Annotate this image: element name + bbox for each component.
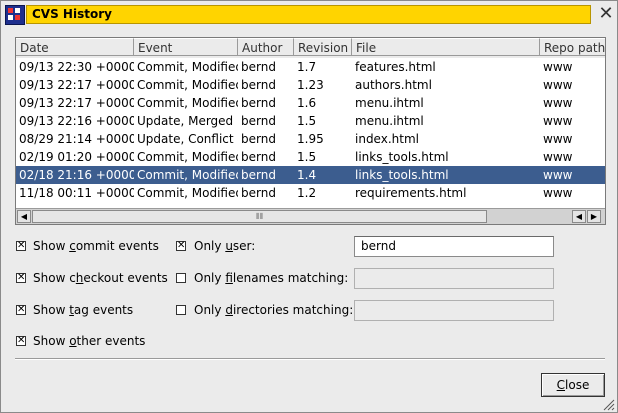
cell-revision: 1.4 [297,168,317,182]
close-window-icon[interactable]: ✕ [596,4,616,24]
cell-date: 02/18 21:16 +0000 [19,168,134,182]
cell-file: index.html [355,132,419,146]
table-row[interactable]: 02/19 01:20 +0000 Commit, Modified bernd 1.… [16,148,605,166]
cvs-history-window: CVS History ✕ Date Event Author Revision… [0,0,618,413]
cell-repo-path: www [543,78,573,92]
table-row[interactable]: 09/13 22:30 +0000 Commit, Modified bernd 1.… [16,58,605,76]
column-header-author[interactable]: Author [238,38,294,56]
cell-date: 09/13 22:30 +0000 [19,60,134,74]
only-user-label: Only user: [194,239,256,253]
cell-repo-path: www [543,96,573,110]
table-header: Date Event Author Revision File Repo pat… [16,38,605,58]
cell-revision: 1.5 [297,150,317,164]
column-header-date[interactable]: Date [16,38,134,56]
scroll-left-icon[interactable]: ◀ [17,210,31,223]
cell-event: Commit, Modified [137,60,238,74]
table-row[interactable]: 02/18 21:16 +0000 Commit, Modified bernd 1.… [16,166,605,184]
show-tag-checkbox[interactable]: ✕ [16,305,26,315]
only-filenames-label: Only filenames matching: [194,271,349,285]
column-header-event[interactable]: Event [134,38,238,56]
title-highlight: CVS History [26,5,591,24]
cell-author: bernd [241,60,276,74]
only-directories-label: Only directories matching: [194,303,354,317]
cell-author: bernd [241,168,276,182]
column-header-revision[interactable]: Revision [294,38,352,56]
cell-revision: 1.7 [297,60,317,74]
cell-author: bernd [241,186,276,200]
scroll-left-end-icon[interactable]: ◀ [572,210,586,223]
table-row[interactable]: 09/13 22:17 +0000 Commit, Modified bernd 1.… [16,76,605,94]
close-button[interactable]: Close [541,373,605,397]
cell-date: 09/13 22:16 +0000 [19,114,134,128]
column-header-repo-path[interactable]: Repo path [540,38,605,56]
cell-event: Commit, Modified [137,78,238,92]
table-row[interactable]: 11/18 00:11 +0000 Commit, Modified bernd 1.… [16,184,605,202]
cell-repo-path: www [543,168,573,182]
window-title: CVS History [32,7,112,21]
cell-file: requirements.html [355,186,467,200]
history-table[interactable]: Date Event Author Revision File Repo pat… [15,37,606,225]
cell-date: 11/18 00:11 +0000 [19,186,134,200]
only-filenames-input[interactable] [354,268,554,289]
table-row[interactable]: 09/13 22:16 +0000 Update, Merged bernd 1.5 m… [16,112,605,130]
horizontal-scrollbar[interactable]: ◀ ⫴⫴ ◀ ▶ [16,208,605,224]
cell-author: bernd [241,150,276,164]
cell-author: bernd [241,132,276,146]
cell-date: 09/13 22:17 +0000 [19,96,134,110]
column-header-file[interactable]: File [352,38,540,56]
cell-author: bernd [241,114,276,128]
cell-revision: 1.2 [297,186,317,200]
cell-file: authors.html [355,78,432,92]
scroll-right-icon[interactable]: ▶ [587,210,601,223]
cell-repo-path: www [543,186,573,200]
cell-event: Update, Merged [137,114,234,128]
cell-repo-path: www [543,114,573,128]
only-directories-input[interactable] [354,300,554,321]
cell-file: menu.ihtml [355,114,424,128]
cell-event: Update, Conflict [137,132,234,146]
only-directories-checkbox[interactable] [176,305,186,315]
divider [15,358,605,360]
only-user-checkbox[interactable]: ✕ [176,241,186,251]
cell-date: 02/19 01:20 +0000 [19,150,134,164]
cell-event: Commit, Modified [137,186,238,200]
cell-file: menu.ihtml [355,96,424,110]
cell-file: features.html [355,60,436,74]
title-bar[interactable]: CVS History ✕ [2,2,616,26]
cell-event: Commit, Modified [137,168,238,182]
scroll-thumb[interactable]: ⫴⫴ [32,210,487,223]
cell-date: 08/29 21:14 +0000 [19,132,134,146]
cell-file: links_tools.html [355,168,449,182]
show-commit-checkbox[interactable]: ✕ [16,241,26,251]
resize-grip-icon[interactable] [601,397,615,411]
show-other-label: Show other events [33,334,146,348]
show-checkout-label: Show checkout events [33,271,168,285]
show-checkout-checkbox[interactable]: ✕ [16,273,26,283]
show-tag-label: Show tag events [33,303,134,317]
only-filenames-checkbox[interactable] [176,273,186,283]
table-row[interactable]: 09/13 22:17 +0000 Commit, Modified bernd 1.… [16,94,605,112]
app-icon [5,5,25,25]
cell-author: bernd [241,96,276,110]
cell-repo-path: www [543,60,573,74]
show-other-checkbox[interactable]: ✕ [16,336,26,346]
only-user-input[interactable]: bernd [354,236,554,257]
cell-file: links_tools.html [355,150,449,164]
table-row[interactable]: 08/29 21:14 +0000 Update, Conflict bernd 1.… [16,130,605,148]
cell-event: Commit, Modified [137,96,238,110]
cell-date: 09/13 22:17 +0000 [19,78,134,92]
cell-repo-path: www [543,150,573,164]
cell-revision: 1.95 [297,132,324,146]
cell-repo-path: www [543,132,573,146]
cell-author: bernd [241,78,276,92]
cell-revision: 1.6 [297,96,317,110]
cell-revision: 1.23 [297,78,324,92]
cell-revision: 1.5 [297,114,317,128]
cell-event: Commit, Modified [137,150,238,164]
show-commit-label: Show commit events [33,239,159,253]
